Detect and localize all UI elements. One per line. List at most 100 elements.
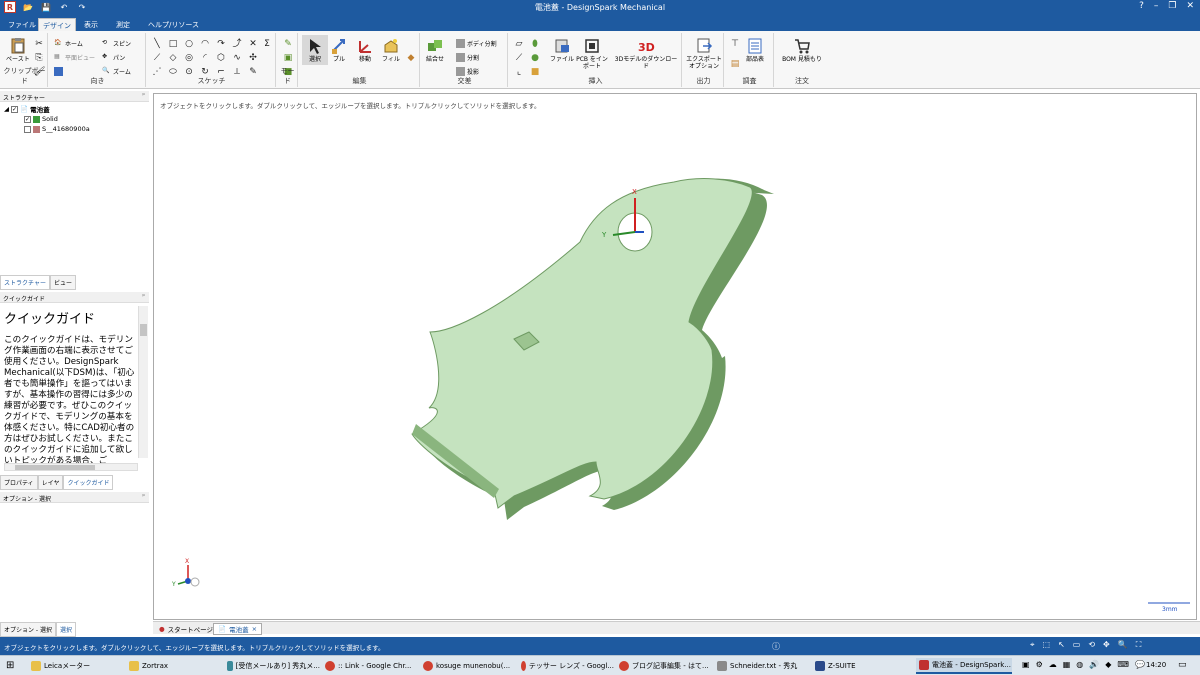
tangent-arc-icon[interactable]: ◜: [200, 53, 210, 63]
dropbox-icon[interactable]: ◆: [1105, 660, 1111, 669]
zoom-button[interactable]: 🔍 ズーム: [102, 67, 131, 76]
point-icon[interactable]: ✣: [248, 53, 258, 63]
tab-help[interactable]: ヘルプ/リソース: [144, 18, 203, 31]
cut-icon[interactable]: ✂: [34, 39, 44, 49]
cylinder-icon[interactable]: ⬮: [530, 39, 540, 49]
tree-root[interactable]: ◢ ✓ 📄 電池蓋: [4, 104, 90, 114]
sweep-arc-icon[interactable]: ↷: [216, 39, 226, 49]
combine-button[interactable]: 結合せ: [426, 37, 444, 63]
copy-icon[interactable]: ⎘: [34, 53, 44, 63]
select-button[interactable]: 選択: [302, 35, 328, 65]
3d-viewport[interactable]: オブジェクトをクリックします。ダブルクリックして、エッジループを選択します。トリ…: [153, 93, 1197, 620]
pin-icon[interactable]: ᵖ: [142, 493, 145, 500]
sphere-icon[interactable]: ●: [530, 53, 540, 63]
restore-button[interactable]: ❐: [1168, 1, 1176, 11]
spline-icon[interactable]: ∿: [232, 53, 242, 63]
keyboard-icon[interactable]: ⌨: [1117, 660, 1129, 669]
trim-icon[interactable]: ⤴: [232, 39, 242, 49]
taskbar-item-tessar[interactable]: テッサー レンズ - Googl...: [518, 658, 614, 674]
insert-file-button[interactable]: ファイル: [550, 37, 574, 63]
checkbox[interactable]: ✓: [11, 105, 18, 113]
doc-tab-battery-cover[interactable]: 📄 電池蓋 ×: [213, 623, 263, 635]
tray-icon[interactable]: ⚙: [1036, 660, 1043, 669]
quick-guide-hscrollbar[interactable]: [4, 463, 138, 471]
project-button[interactable]: 投影: [456, 67, 479, 76]
taskbar-item-schneider[interactable]: Schneider.txt - 秀丸: [714, 658, 810, 674]
taskbar-item-designspark[interactable]: 電池蓋 - DesignSpark...: [916, 658, 1012, 674]
tab-structure[interactable]: ストラクチャー: [0, 275, 50, 290]
tab-select[interactable]: 選択: [55, 622, 76, 637]
line-tool-icon[interactable]: ╲: [152, 39, 162, 49]
doc-tab-start-page[interactable]: ● スタートページ: [155, 623, 217, 635]
taskbar-item-zortrax[interactable]: Zortrax: [126, 658, 222, 674]
tray-icon[interactable]: ▣: [1022, 660, 1030, 669]
arc-tool-icon[interactable]: ◠: [200, 39, 210, 49]
pin-icon[interactable]: ᵖ: [142, 293, 145, 300]
scroll-thumb[interactable]: [140, 324, 147, 336]
export-options-button[interactable]: エクスポートオプション: [686, 37, 722, 70]
zoom-status-icon[interactable]: 🔍: [1118, 640, 1128, 650]
hscroll-thumb[interactable]: [15, 465, 95, 470]
volume-icon[interactable]: 🔊: [1089, 660, 1099, 669]
taskbar-item-hidemaru-mail[interactable]: [受信メールあり] 秀丸メ...: [224, 658, 320, 674]
tree-item-image[interactable]: S__41680900a: [4, 124, 90, 134]
move-button[interactable]: 移動: [356, 37, 374, 63]
plane-insert-icon[interactable]: ▱: [514, 39, 524, 49]
info-icon[interactable]: ⓘ: [772, 641, 780, 652]
bom-quote-button[interactable]: BOM 見積もり: [780, 37, 824, 63]
split-line-icon[interactable]: ✕: [248, 39, 258, 49]
chat-icon[interactable]: 💬: [1135, 660, 1145, 669]
fit-icon[interactable]: ⛶: [1136, 640, 1142, 650]
rectangle-tool-icon[interactable]: □: [168, 39, 178, 49]
lasso-icon[interactable]: ⬚: [1043, 640, 1051, 650]
notification-icon[interactable]: ▭: [1178, 660, 1187, 670]
tab-options-select[interactable]: オプション - 選択: [0, 622, 56, 637]
split-button[interactable]: 分割: [456, 53, 479, 62]
axis-insert-icon[interactable]: ⟋: [514, 53, 524, 63]
expand-icon[interactable]: ◢: [4, 105, 9, 113]
tab-file[interactable]: ファイル: [4, 18, 40, 31]
tree-item-solid[interactable]: ✓ Solid: [4, 114, 90, 124]
spin-status-icon[interactable]: ⟲: [1088, 640, 1095, 650]
tweak-face-icon[interactable]: ◆: [406, 53, 416, 63]
measure-icon[interactable]: ⊤: [730, 39, 740, 49]
tab-measure[interactable]: 測定: [112, 18, 134, 31]
section-mode-icon[interactable]: ▣: [283, 53, 293, 63]
three-point-rect-icon[interactable]: ◇: [168, 53, 178, 63]
three-point-circle-icon[interactable]: ◎: [184, 53, 194, 63]
tab-view[interactable]: 表示: [80, 18, 102, 31]
fill-button[interactable]: フィル: [382, 37, 400, 63]
tab-views[interactable]: ビュー: [49, 275, 76, 290]
windows-start-icon[interactable]: ⊞: [6, 660, 14, 671]
quick-guide-scrollbar[interactable]: [138, 306, 148, 458]
taskbar-item-leica[interactable]: Leicaメーター: [28, 658, 124, 674]
cursor-icon[interactable]: ↖: [1058, 640, 1065, 650]
parts-list-button[interactable]: 部品表: [746, 37, 764, 63]
tab-properties[interactable]: プロパティ: [0, 475, 38, 490]
notes-icon[interactable]: ▤: [730, 59, 740, 69]
tray-icon[interactable]: ☁: [1049, 660, 1057, 669]
box-select-icon[interactable]: ▭: [1073, 640, 1081, 650]
sketch-mode-icon[interactable]: ✎: [283, 39, 293, 49]
pcb-import-button[interactable]: PCB をインポート: [574, 37, 610, 70]
polygon-icon[interactable]: ⬡: [216, 53, 226, 63]
pin-icon[interactable]: ᵖ: [142, 92, 145, 99]
split-body-button[interactable]: ボディ分割: [456, 39, 497, 48]
tab-design[interactable]: デザイン: [38, 18, 76, 31]
tangent-line-icon[interactable]: ⟋: [152, 53, 162, 63]
view-cube-button[interactable]: [54, 67, 63, 76]
tab-quick-guide[interactable]: クイックガイド: [63, 475, 114, 490]
plane-view-button[interactable]: ▦ 平面ビュー: [54, 53, 95, 62]
taskbar-item-zsuite[interactable]: Z-SUITE: [812, 658, 908, 674]
tray-icon[interactable]: ◍: [1076, 660, 1083, 669]
close-button[interactable]: ✕: [1186, 1, 1194, 11]
spin-button[interactable]: ⟲ スピン: [102, 39, 131, 48]
part-top-face[interactable]: [411, 178, 753, 509]
model-canvas[interactable]: X Y X Y 3mm: [154, 94, 1198, 621]
download-3d-model-button[interactable]: 3D 3Dモデルのダウンロード: [614, 37, 678, 70]
circle-tool-icon[interactable]: ○: [184, 39, 194, 49]
close-tab-icon[interactable]: ×: [252, 625, 257, 633]
paste-button[interactable]: ペースト: [6, 37, 30, 63]
tab-layers[interactable]: レイヤ: [37, 475, 64, 490]
taskbar-item-kosuge[interactable]: kosuge munenobu(...: [420, 658, 516, 674]
